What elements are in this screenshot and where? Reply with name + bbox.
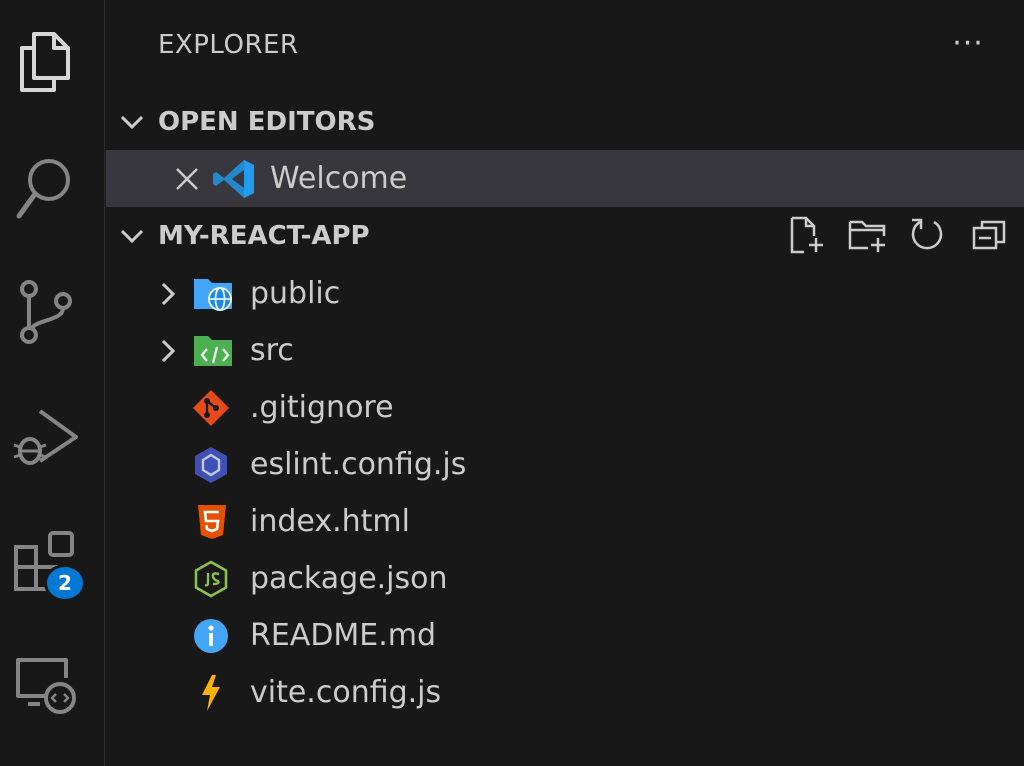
vscode-icon (213, 160, 254, 198)
close-icon[interactable] (174, 166, 200, 192)
explorer-sidebar: EXPLORER ··· OPEN EDITORS Welcome MY-REA… (106, 0, 1024, 766)
nodejs-icon (194, 560, 228, 598)
open-editors-header[interactable]: OPEN EDITORS (106, 94, 1024, 150)
folder-public-icon (194, 279, 232, 311)
tree-item-name: index.html (250, 504, 410, 539)
tree-item-file[interactable]: eslint.config.js (106, 437, 1024, 493)
tree-item-file[interactable]: README.md (106, 608, 1024, 664)
tree-item-name: public (250, 276, 341, 311)
files-icon (20, 32, 70, 92)
tree-item-folder[interactable]: public (106, 266, 1024, 322)
chevron-right-icon (161, 282, 176, 306)
git-icon (193, 390, 229, 426)
activity-run-debug[interactable] (0, 398, 90, 478)
activity-remote-explorer[interactable] (0, 645, 90, 725)
activity-bar: 2 (0, 0, 105, 766)
chevron-down-icon (120, 229, 144, 244)
tree-item-file[interactable]: vite.config.js (106, 665, 1024, 721)
collapse-all-icon[interactable] (970, 214, 1010, 256)
tree-item-folder[interactable]: src (106, 323, 1024, 379)
info-icon (194, 619, 228, 653)
project-label: MY-REACT-APP (158, 221, 370, 251)
eslint-icon (195, 447, 227, 483)
html5-icon (198, 505, 226, 539)
new-file-icon[interactable] (786, 214, 826, 256)
tree-item-name: vite.config.js (250, 675, 442, 710)
open-editor-item[interactable]: Welcome (106, 150, 1024, 207)
tree-item-name: eslint.config.js (250, 447, 467, 482)
tree-item-name: package.json (250, 561, 448, 596)
vscode-window: 2 EXPLORER ··· OPEN EDITORS Welcome MY-R… (0, 0, 1024, 766)
activity-source-control[interactable] (0, 272, 90, 352)
tree-item-name: src (250, 333, 294, 368)
more-actions-button[interactable]: ··· (946, 28, 990, 68)
tree-item-name: .gitignore (250, 390, 394, 425)
open-editor-name: Welcome (270, 161, 408, 196)
source-control-icon (20, 280, 72, 344)
sidebar-title: EXPLORER (158, 30, 299, 60)
refresh-icon[interactable] (908, 214, 948, 256)
folder-src-icon (194, 336, 232, 366)
chevron-down-icon (120, 115, 144, 130)
tree-item-file[interactable]: index.html (106, 494, 1024, 550)
extensions-badge: 2 (44, 564, 86, 602)
tree-item-file[interactable]: .gitignore (106, 380, 1024, 436)
activity-explorer[interactable] (0, 22, 90, 102)
open-editors-label: OPEN EDITORS (158, 107, 376, 137)
run-debug-icon (13, 409, 78, 465)
search-icon (16, 159, 70, 219)
tree-item-name: README.md (250, 618, 437, 653)
chevron-right-icon (161, 339, 176, 363)
vite-icon (202, 675, 220, 711)
tree-item-file[interactable]: package.json (106, 551, 1024, 607)
remote-explorer-icon (16, 658, 76, 714)
activity-search[interactable] (0, 148, 90, 228)
new-folder-icon[interactable] (848, 214, 888, 256)
